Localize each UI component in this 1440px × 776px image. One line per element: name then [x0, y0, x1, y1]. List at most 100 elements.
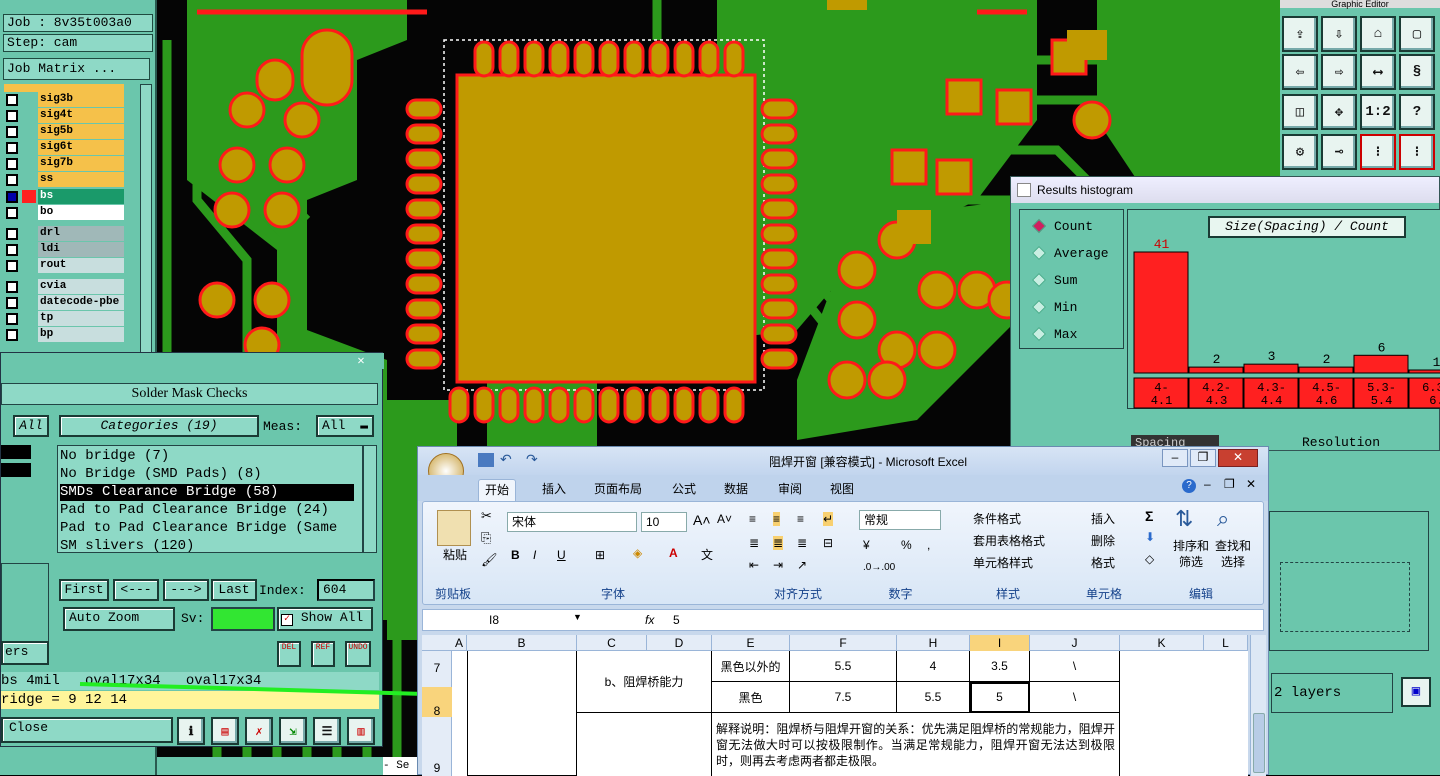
- name-box-dropdown-icon[interactable]: ▼: [573, 612, 582, 622]
- font-size-select[interactable]: 10: [641, 512, 687, 532]
- grow-font-icon[interactable]: A˄: [693, 512, 711, 528]
- layer-row[interactable]: ss: [6, 172, 124, 187]
- layer-row[interactable]: sig5b: [6, 124, 124, 139]
- sum-icon[interactable]: Σ: [1145, 508, 1153, 524]
- ribbon-minimize-icon[interactable]: –: [1204, 477, 1211, 491]
- paste-icon[interactable]: [437, 510, 471, 546]
- ribbon-tab[interactable]: 公式: [666, 479, 702, 501]
- move-down-icon[interactable]: ⇩: [1321, 16, 1357, 52]
- layer-checkbox[interactable]: [6, 328, 18, 341]
- ribbon-tab[interactable]: 页面布局: [588, 479, 648, 501]
- italic-icon[interactable]: I: [533, 548, 536, 562]
- cell-c9[interactable]: [577, 713, 712, 776]
- layer-name[interactable]: bs: [38, 189, 124, 204]
- number-format-select[interactable]: 常规: [859, 510, 941, 530]
- measure-icon[interactable]: ⊸: [1321, 134, 1357, 170]
- layer-checkbox[interactable]: [6, 141, 18, 154]
- style-item[interactable]: 单元格样式: [973, 554, 1033, 571]
- style-item[interactable]: 条件格式: [973, 510, 1021, 527]
- close-button[interactable]: Close: [1, 717, 173, 743]
- histogram-bar[interactable]: [1408, 369, 1440, 374]
- show-all-toggle[interactable]: ✓ Show All: [277, 607, 373, 631]
- name-box[interactable]: I8: [425, 611, 585, 629]
- layer-name[interactable]: datecode-pbe: [38, 295, 124, 310]
- stat-radio-max[interactable]: Max: [1031, 323, 1077, 345]
- stat-radio-min[interactable]: Min: [1031, 296, 1077, 318]
- histogram-bar[interactable]: [1243, 363, 1299, 374]
- layer-checkbox[interactable]: [6, 243, 18, 256]
- category-item[interactable]: Pad to Pad Clearance Bridge (24): [60, 502, 354, 519]
- cell-c7-merged[interactable]: b、阻焊桥能力: [577, 651, 712, 713]
- layer-name[interactable]: sig3b: [38, 92, 124, 107]
- layer-scrollbar[interactable]: [140, 84, 152, 354]
- column-header[interactable]: J: [1030, 635, 1120, 651]
- stat-radio-sum[interactable]: Sum: [1031, 269, 1077, 291]
- ribbon-tab[interactable]: 开始: [478, 479, 517, 501]
- copy-icon[interactable]: ⎘: [481, 530, 491, 546]
- find-select-label[interactable]: 查找和选择: [1213, 538, 1253, 570]
- show-all-checkbox[interactable]: ✓: [281, 614, 293, 626]
- index-field[interactable]: 604: [317, 579, 375, 601]
- align-left-icon[interactable]: ≣: [749, 536, 759, 550]
- category-item[interactable]: No bridge (7): [60, 448, 354, 465]
- layer-row[interactable]: drl: [6, 226, 124, 241]
- cell-f8[interactable]: 7.5: [790, 682, 897, 713]
- font-color-icon[interactable]: A: [669, 546, 678, 560]
- ribbon-restore-icon[interactable]: ❐: [1224, 477, 1235, 491]
- category-item[interactable]: SM slivers (120): [60, 538, 354, 555]
- category-item[interactable]: No Bridge (SMD Pads) (8): [60, 466, 354, 483]
- column-header[interactable]: D: [647, 635, 712, 651]
- fill-icon[interactable]: ⬇: [1145, 530, 1155, 544]
- fill-color-icon[interactable]: ◈: [633, 546, 642, 560]
- del-button[interactable]: DEL: [277, 641, 301, 667]
- net2-icon[interactable]: ⁝: [1399, 134, 1435, 170]
- bold-icon[interactable]: B: [511, 548, 520, 562]
- align-middle-icon[interactable]: ≡: [773, 512, 781, 526]
- layer-checkbox[interactable]: [6, 93, 18, 106]
- currency-icon[interactable]: ¥: [863, 538, 870, 552]
- increase-decimal-icon[interactable]: .0→.00: [863, 562, 895, 573]
- layer-row[interactable]: sig6t: [6, 140, 124, 155]
- cell-h7[interactable]: 4: [897, 651, 970, 682]
- auto-zoom-select[interactable]: Auto Zoom: [63, 607, 175, 631]
- shrink-font-icon[interactable]: A˅: [717, 512, 732, 526]
- formula-input[interactable]: 5: [673, 611, 680, 629]
- border-icon[interactable]: ⊞: [595, 548, 605, 562]
- last-button[interactable]: Last: [211, 579, 257, 601]
- histogram-icon[interactable]: ▥: [347, 717, 375, 745]
- move-right-icon[interactable]: ⇨: [1321, 54, 1357, 90]
- layer-name[interactable]: bp: [38, 327, 124, 342]
- column-header[interactable]: K: [1120, 635, 1204, 651]
- layer-name[interactable]: rout: [38, 258, 124, 273]
- layer-row[interactable]: datecode-pbe: [6, 295, 124, 310]
- layer-name[interactable]: ss: [38, 172, 124, 187]
- help-icon[interactable]: ?: [1399, 94, 1435, 130]
- note-cell[interactable]: 解释说明：阻焊桥与阻焊开窗的关系：优先满足阻焊桥的常规能力，阻焊开窗无法做大时可…: [712, 713, 1120, 776]
- prev-button[interactable]: <---: [113, 579, 159, 601]
- phonetic-icon[interactable]: 文: [701, 546, 713, 563]
- align-right-icon[interactable]: ≣: [797, 536, 807, 550]
- fx-icon[interactable]: fx: [645, 611, 654, 629]
- ribbon-tab[interactable]: 数据: [718, 479, 754, 501]
- minimize-icon[interactable]: –: [1162, 449, 1188, 467]
- cell-j7[interactable]: \: [1030, 651, 1120, 682]
- layer-checkbox[interactable]: [6, 206, 18, 219]
- layer-checkbox[interactable]: [6, 190, 18, 203]
- layers-icon[interactable]: ▣: [1401, 677, 1431, 707]
- layer-name[interactable]: tp: [38, 311, 124, 326]
- row-header-8[interactable]: 8: [422, 687, 452, 718]
- clear-icon[interactable]: ◇: [1145, 552, 1154, 566]
- delete-icon[interactable]: ✗: [245, 717, 273, 745]
- histogram-bar[interactable]: [1188, 366, 1244, 374]
- comma-icon[interactable]: ,: [927, 538, 930, 552]
- layer-checkbox[interactable]: [6, 125, 18, 138]
- move-up-icon[interactable]: ⇪: [1282, 16, 1318, 52]
- undo-button[interactable]: UNDO: [345, 641, 371, 667]
- paste-label[interactable]: 粘贴: [435, 546, 475, 563]
- layer-checkbox[interactable]: [6, 259, 18, 272]
- orientation-icon[interactable]: ↗: [797, 558, 807, 572]
- layer-name[interactable]: sig7b: [38, 156, 124, 171]
- export-icon[interactable]: ⇲: [279, 717, 307, 745]
- info-icon[interactable]: ℹ: [177, 717, 205, 745]
- stat-radio-count[interactable]: Count: [1031, 215, 1093, 237]
